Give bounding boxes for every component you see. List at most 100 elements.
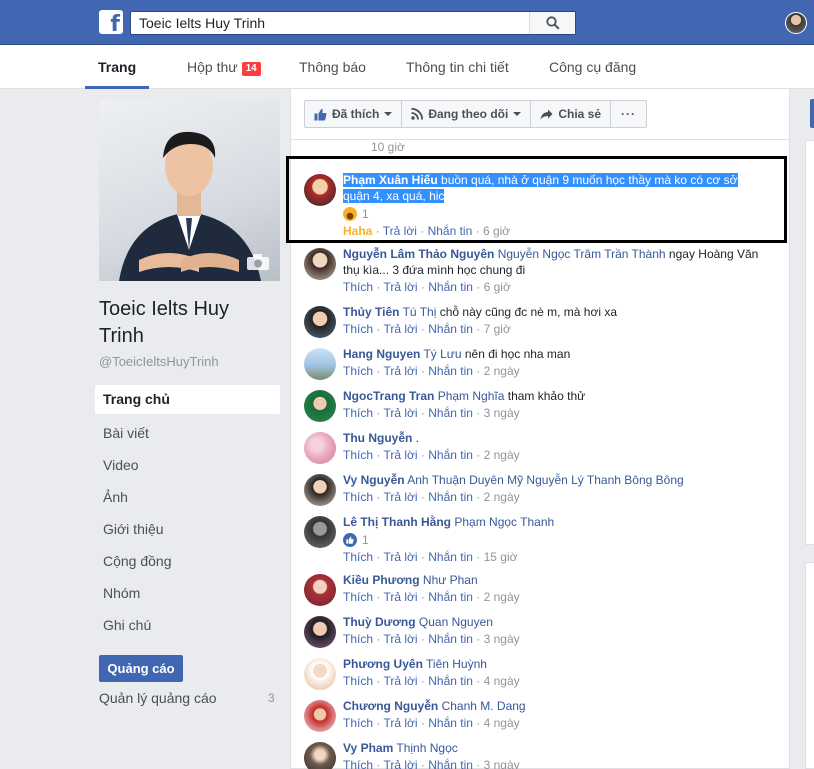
tab-publishing-tools[interactable]: Công cụ đăng [549, 45, 636, 89]
tagged-friends[interactable]: Như Phan [423, 573, 478, 587]
tagged-friends[interactable]: Chanh M. Dang [442, 699, 526, 713]
commenter-name[interactable]: Kiều Phương [343, 573, 420, 587]
search-button[interactable] [529, 12, 575, 34]
like-link[interactable]: Thích [343, 758, 373, 769]
commenter-name[interactable]: Lê Thị Thanh Hằng [343, 515, 451, 529]
nav-about[interactable]: Giới thiệu [95, 513, 280, 545]
reaction-count[interactable]: 1 [362, 532, 369, 548]
reply-link[interactable]: Trả lời [383, 448, 417, 462]
message-link[interactable]: Nhắn tin [428, 550, 473, 564]
like-link[interactable]: Thích [343, 322, 373, 336]
tab-insights[interactable]: Thông tin chi tiết [406, 45, 509, 89]
reply-link[interactable]: Trả lời [383, 322, 417, 336]
tagged-friends[interactable]: Anh Thuận Duyên Mỹ Nguyễn Lý Thanh Bông … [407, 473, 683, 487]
message-link[interactable]: Nhắn tin [428, 490, 473, 504]
commenter-name[interactable]: NgocTrang Tran [343, 389, 434, 403]
tagged-friends[interactable]: Tý Lưu [423, 347, 461, 361]
comment-timestamp[interactable]: 3 ngày [484, 758, 520, 769]
tab-page[interactable]: Trang [85, 45, 150, 89]
like-reaction-icon[interactable] [343, 533, 357, 547]
reply-link[interactable]: Trả lời [383, 550, 417, 564]
commenter-name[interactable]: Chương Nguyễn [343, 699, 438, 713]
tagged-friends[interactable]: Nguyễn Ngọc Trâm Trần Thành [498, 247, 666, 261]
commenter-name[interactable]: Nguyễn Lâm Thảo Nguyên [343, 247, 494, 261]
commenter-avatar[interactable] [304, 474, 336, 506]
comment-timestamp[interactable]: 3 ngày [484, 632, 520, 646]
nav-groups[interactable]: Nhóm [95, 577, 280, 609]
tagged-friends[interactable]: Quan Nguyen [419, 615, 493, 629]
tab-inbox[interactable]: Hộp thư 14 [187, 45, 261, 89]
commenter-name[interactable]: Thủy Tiên [343, 305, 399, 319]
comment-timestamp[interactable]: 7 giờ [484, 322, 511, 336]
message-link[interactable]: Nhắn tin [428, 674, 473, 688]
nav-posts[interactable]: Bài viết [95, 417, 280, 449]
commenter-avatar[interactable] [304, 516, 336, 548]
commenter-avatar[interactable] [304, 700, 336, 732]
message-link[interactable]: Nhắn tin [428, 406, 473, 420]
commenter-avatar[interactable] [304, 658, 336, 690]
comment-timestamp[interactable]: 6 giờ [484, 280, 511, 294]
commenter-avatar[interactable] [304, 348, 336, 380]
like-link[interactable]: Thích [343, 448, 373, 462]
message-link[interactable]: Nhắn tin [428, 280, 473, 294]
nav-photos[interactable]: Ảnh [95, 481, 280, 513]
message-link[interactable]: Nhắn tin [428, 364, 473, 378]
reply-link[interactable]: Trả lời [383, 758, 417, 769]
search-input[interactable] [131, 12, 531, 34]
nav-videos[interactable]: Video [95, 449, 280, 481]
reply-link[interactable]: Trả lời [383, 632, 417, 646]
like-link[interactable]: Thích [343, 364, 373, 378]
reply-link[interactable]: Trả lời [383, 590, 417, 604]
tagged-friends[interactable]: Thịnh Ngọc [396, 741, 457, 755]
commenter-avatar[interactable] [304, 742, 336, 769]
nav-community[interactable]: Cộng đồng [95, 545, 280, 577]
tagged-friends[interactable]: Phạm Ngọc Thanh [454, 515, 554, 529]
right-panel-button[interactable] [810, 99, 814, 128]
commenter-avatar[interactable] [304, 616, 336, 648]
promote-button[interactable]: Quảng cáo [99, 655, 183, 682]
commenter-avatar[interactable] [304, 248, 336, 280]
like-link[interactable]: Thích [343, 674, 373, 688]
commenter-name[interactable]: Hang Nguyen [343, 347, 420, 361]
camera-icon[interactable] [246, 253, 270, 271]
manage-ads-link[interactable]: Quản lý quảng cáo [99, 690, 217, 706]
liked-button[interactable]: Đã thích [304, 100, 403, 128]
page-title[interactable]: Toeic Ielts Huy Trinh [99, 296, 279, 350]
comment-timestamp[interactable]: 2 ngày [484, 590, 520, 604]
commenter-name[interactable]: Thuỳ Dương [343, 615, 416, 629]
comment-timestamp[interactable]: 3 ngày [484, 406, 520, 420]
reply-link[interactable]: Trả lời [383, 674, 417, 688]
share-button[interactable]: Chia sẻ [530, 100, 612, 128]
tagged-friends[interactable]: Phạm Nghĩa [438, 389, 505, 403]
message-link[interactable]: Nhắn tin [428, 322, 473, 336]
message-link[interactable]: Nhắn tin [428, 590, 473, 604]
commenter-avatar[interactable] [304, 574, 336, 606]
comment-timestamp[interactable]: 4 ngày [484, 674, 520, 688]
following-button[interactable]: Đang theo dõi [401, 100, 532, 128]
like-link[interactable]: Thích [343, 716, 373, 730]
nav-home[interactable]: Trang chủ [95, 385, 280, 414]
commenter-name[interactable]: Phương Uyên [343, 657, 423, 671]
user-avatar[interactable] [785, 12, 807, 34]
reply-link[interactable]: Trả lời [383, 406, 417, 420]
page-username[interactable]: @ToeicIeltsHuyTrinh [99, 354, 219, 369]
reply-link[interactable]: Trả lời [383, 716, 417, 730]
like-link[interactable]: Thích [343, 406, 373, 420]
commenter-name[interactable]: Vy Nguyễn [343, 473, 405, 487]
message-link[interactable]: Nhắn tin [428, 632, 473, 646]
more-options-button[interactable]: ··· [610, 100, 648, 128]
commenter-name[interactable]: Vy Pham [343, 741, 393, 755]
like-link[interactable]: Thích [343, 632, 373, 646]
like-link[interactable]: Thích [343, 590, 373, 604]
message-link[interactable]: Nhắn tin [428, 716, 473, 730]
facebook-logo-icon[interactable]: f [99, 10, 123, 34]
tab-notifications[interactable]: Thông báo [299, 45, 366, 89]
message-link[interactable]: Nhắn tin [428, 448, 473, 462]
reply-link[interactable]: Trả lời [383, 280, 417, 294]
comment-timestamp[interactable]: 2 ngày [484, 448, 520, 462]
commenter-avatar[interactable] [304, 306, 336, 338]
reply-link[interactable]: Trả lời [383, 490, 417, 504]
tagged-friends[interactable]: Tú Thị [403, 305, 437, 319]
commenter-name[interactable]: Thu Nguyễn [343, 431, 412, 445]
like-link[interactable]: Thích [343, 550, 373, 564]
